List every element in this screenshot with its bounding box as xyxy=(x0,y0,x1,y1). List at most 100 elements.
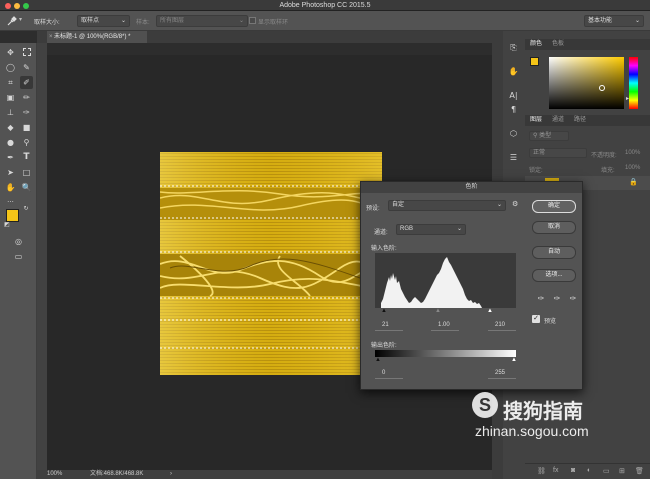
blur-tool-icon[interactable]: ● xyxy=(4,136,17,149)
swap-colors-icon[interactable]: ↻ xyxy=(22,205,30,213)
window-title-bar: Adobe Photoshop CC 2015.5 xyxy=(0,0,650,11)
color-picker-field[interactable] xyxy=(549,57,624,109)
workspace-select[interactable]: 基本功能 ⌄ xyxy=(584,15,644,27)
output-black-value[interactable]: 0 xyxy=(382,370,385,376)
hue-slider-handle-icon[interactable]: ▸ xyxy=(626,95,629,102)
fill-value[interactable]: 100% xyxy=(625,165,640,171)
output-black-handle[interactable]: ▲ xyxy=(375,357,381,363)
levels-dialog-title: 色阶 xyxy=(361,182,582,193)
sample-size-select[interactable]: 取样点 ⌄ xyxy=(77,15,130,27)
pen-tool-icon[interactable]: ✒ xyxy=(4,151,17,164)
path-selection-tool-icon[interactable]: ➤ xyxy=(4,166,17,179)
panel-foreground-swatch[interactable] xyxy=(530,57,539,66)
tab-channels[interactable]: 通道 xyxy=(552,115,564,126)
clone-stamp-tool-icon[interactable]: ⊥ xyxy=(4,106,17,119)
rectangle-tool-icon[interactable]: □ xyxy=(20,166,33,179)
status-bar: 100% 文档:468.8K/468.8K › xyxy=(37,470,492,479)
sogou-logo-icon: S xyxy=(472,392,498,418)
type-tool-icon[interactable]: T xyxy=(20,151,33,164)
color-picker-cursor[interactable] xyxy=(599,85,605,91)
character-panel-icon[interactable]: A| xyxy=(507,89,520,102)
show-ring-checkbox[interactable] xyxy=(249,17,256,24)
close-window-button[interactable] xyxy=(5,3,11,9)
input-white-value[interactable]: 210 xyxy=(495,322,505,328)
gray-point-eyedropper-icon[interactable]: ✑ xyxy=(552,294,562,304)
marquee-tool-icon[interactable] xyxy=(20,46,33,59)
input-white-point-handle[interactable]: ▲ xyxy=(487,308,493,314)
tab-color[interactable]: 颜色 xyxy=(530,39,542,50)
default-colors-icon[interactable]: ◩ xyxy=(3,221,11,229)
add-mask-icon[interactable]: ◙ xyxy=(571,467,575,474)
sample-select[interactable]: 所有图层 ⌄ xyxy=(156,15,248,27)
window-title: Adobe Photoshop CC 2015.5 xyxy=(279,2,371,9)
tab-layers[interactable]: 图层 xyxy=(530,115,542,126)
preview-checkbox[interactable]: ✓ xyxy=(532,315,540,323)
preset-select[interactable]: 自定 ⌄ xyxy=(388,200,506,211)
zoom-level[interactable]: 100% xyxy=(47,470,62,479)
tab-swatches[interactable]: 色板 xyxy=(552,39,564,50)
brush-tool-icon[interactable]: ✏ xyxy=(20,91,33,104)
new-layer-icon[interactable]: ⊞ xyxy=(619,467,625,475)
healing-brush-tool-icon[interactable]: ▣ xyxy=(4,91,17,104)
quick-select-tool-icon[interactable]: ✎ xyxy=(20,61,33,74)
layers-footer: ⛓ fx ◙ ◐ ▭ ⊞ 🗑 xyxy=(525,463,650,479)
input-black-value[interactable]: 21 xyxy=(382,322,389,328)
preset-options-gear-icon[interactable]: ⚙ xyxy=(512,200,518,208)
move-tool-icon[interactable]: ✥ xyxy=(4,46,17,59)
eraser-tool-icon[interactable]: ◆ xyxy=(4,121,17,134)
delete-layer-icon[interactable]: 🗑 xyxy=(635,467,644,475)
document-canvas-image[interactable] xyxy=(160,152,382,375)
minimize-window-button[interactable] xyxy=(14,3,20,9)
quick-mask-icon[interactable]: ◎ xyxy=(12,235,25,248)
history-panel-icon[interactable]: ⎘ xyxy=(507,41,520,54)
tool-preset-chevron-icon[interactable]: ▾ xyxy=(19,16,22,23)
history-brush-tool-icon[interactable]: ✑ xyxy=(20,106,33,119)
lock-icon[interactable]: 🔒 xyxy=(629,178,638,186)
hue-slider[interactable]: ▸ xyxy=(626,57,638,109)
brush-presets-icon[interactable]: ✋ xyxy=(507,65,520,78)
zoom-tool-icon[interactable]: 🔍 xyxy=(20,181,33,194)
opacity-value[interactable]: 100% xyxy=(625,150,640,156)
lasso-tool-icon[interactable]: ◯ xyxy=(4,61,17,74)
screen-mode-icon[interactable]: ▭ xyxy=(12,250,25,263)
hand-tool-icon[interactable]: ✋ xyxy=(4,181,17,194)
options-button[interactable]: 选项... xyxy=(532,269,576,282)
left-gutter xyxy=(37,43,47,479)
opacity-label: 不透明度: xyxy=(591,153,617,159)
gradient-tool-icon[interactable]: ■ xyxy=(20,121,33,134)
input-gamma-handle[interactable]: ▲ xyxy=(435,308,441,314)
watermark-brand: 搜狗指南 xyxy=(503,399,583,423)
auto-button[interactable]: 自动 xyxy=(532,246,576,259)
eyedropper-tool-icon[interactable] xyxy=(6,16,17,27)
layer-style-icon[interactable]: fx xyxy=(553,467,558,474)
crop-tool-icon[interactable]: ⌗ xyxy=(4,76,17,89)
eyedropper-tool-button-icon[interactable]: ✐ xyxy=(20,76,33,89)
more-tools-icon[interactable]: ··· xyxy=(4,196,17,209)
output-white-value[interactable]: 255 xyxy=(495,370,505,376)
properties-panel-icon[interactable]: ☰ xyxy=(507,151,520,164)
black-point-eyedropper-icon[interactable]: ✑ xyxy=(536,294,546,304)
tab-paths[interactable]: 路径 xyxy=(574,115,586,126)
zoom-window-button[interactable] xyxy=(23,3,29,9)
status-menu-chevron-icon[interactable]: › xyxy=(170,470,172,479)
layer-filter-select[interactable]: ⚲ 类型 xyxy=(529,131,569,141)
preset-label: 预设: xyxy=(366,206,380,212)
adjustment-layer-icon[interactable]: ◐ xyxy=(587,467,591,474)
input-black-point-handle[interactable]: ▲ xyxy=(381,308,387,314)
dodge-tool-icon[interactable]: ⚲ xyxy=(20,136,33,149)
document-tab[interactable]: × 未标题-1 @ 100%(RGB/8*) * xyxy=(47,31,147,43)
new-group-icon[interactable]: ▭ xyxy=(603,467,610,475)
sample-label: 样本: xyxy=(136,20,150,26)
channel-select[interactable]: RGB ⌄ xyxy=(396,224,466,235)
3d-panel-icon[interactable]: ⬡ xyxy=(507,127,520,140)
blend-mode-select[interactable]: 正常 xyxy=(529,148,587,158)
ok-button[interactable]: 确定 xyxy=(532,200,576,213)
link-layers-icon[interactable]: ⛓ xyxy=(537,467,546,475)
output-white-handle[interactable]: ▲ xyxy=(511,357,517,363)
input-gamma-value[interactable]: 1.00 xyxy=(438,322,450,328)
white-point-eyedropper-icon[interactable]: ✑ xyxy=(568,294,578,304)
close-tab-icon[interactable]: × xyxy=(49,31,53,43)
color-panel-tabs: 颜色 色板 xyxy=(525,39,650,50)
paragraph-panel-icon[interactable]: ¶ xyxy=(507,103,520,116)
cancel-button[interactable]: 取消 xyxy=(532,221,576,234)
